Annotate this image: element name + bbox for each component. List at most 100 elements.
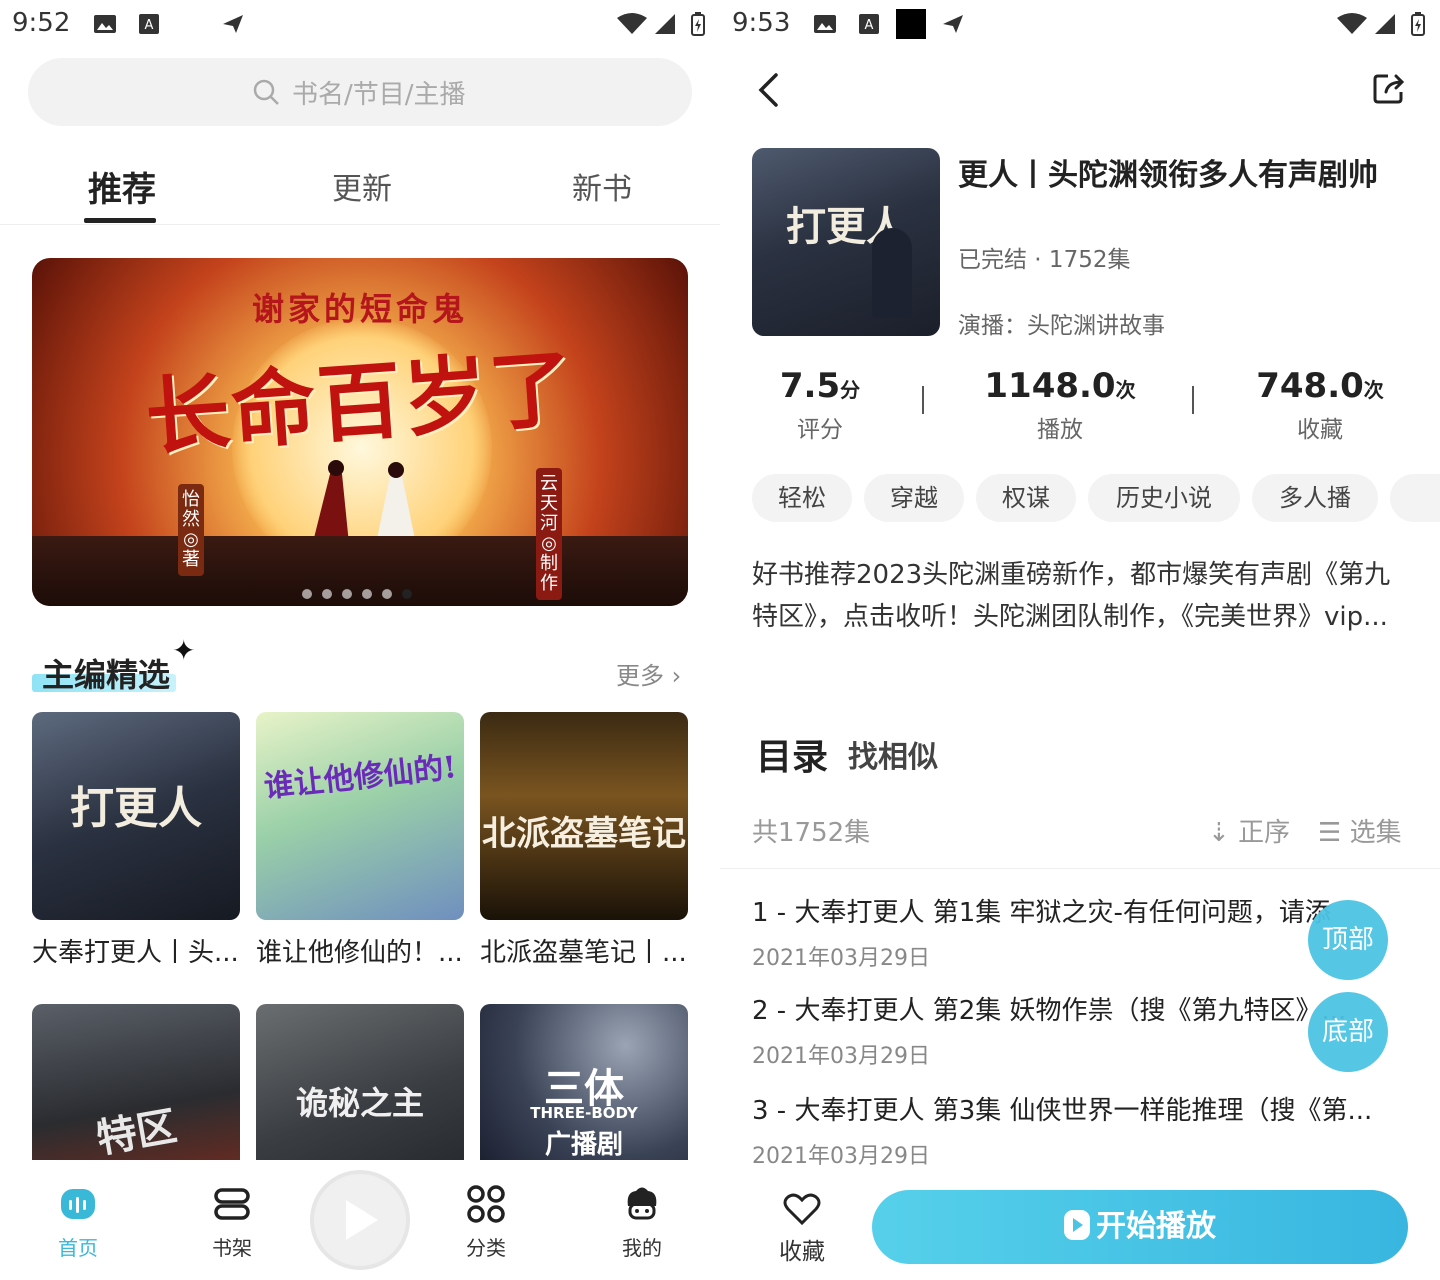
toc-divider xyxy=(720,868,1440,869)
book-description[interactable]: 好书推荐2023头陀渊重磅新作，都市爆笑有声剧《第九特区》，点击收听！头陀渊团队… xyxy=(752,554,1412,638)
episode-title[interactable]: 3 - 大奉打更人 第3集 仙侠世界一样能推理（搜《第... xyxy=(752,1090,1402,1127)
image-icon xyxy=(94,15,116,33)
cover-title: 打更人 xyxy=(786,203,906,250)
episode-date: 2021年03月29日 xyxy=(752,946,930,971)
send-icon xyxy=(223,15,243,33)
cover-subtitle: THREE-BODY xyxy=(530,1104,638,1122)
play-center-icon xyxy=(346,1200,378,1240)
book-caption[interactable]: 大奉打更人丨头... xyxy=(32,932,242,969)
image-icon xyxy=(814,15,836,33)
stat-rating: 7.5分 评分 xyxy=(760,366,880,444)
more-link[interactable]: 更多 › xyxy=(616,656,681,691)
episode-title[interactable]: 2 - 大奉打更人 第2集 妖物作祟（搜《第九特区》... xyxy=(752,990,1402,1027)
search-bar[interactable]: 书名/节目/主播 xyxy=(28,58,692,126)
tab-indicator xyxy=(84,218,156,223)
promo-banner[interactable]: 谢家的短命鬼 长命百岁了 怡然◎著 云天河◎制作 xyxy=(32,258,688,606)
sort-order-button[interactable]: ⇣ 正序 xyxy=(1208,812,1290,849)
square-icon xyxy=(896,9,926,39)
chevron-right-icon: › xyxy=(671,662,682,690)
start-play-button[interactable]: 开始播放 xyxy=(872,1190,1408,1264)
status-time: 9:52 xyxy=(12,8,71,38)
home-icon xyxy=(61,1189,95,1219)
favorite-label: 收藏 xyxy=(779,1239,825,1265)
wifi-icon xyxy=(1337,13,1367,34)
stat-favorites: 748.0次 收藏 xyxy=(1240,366,1400,444)
battery-icon xyxy=(691,12,705,36)
stat-divider xyxy=(1192,386,1194,414)
signal-icon xyxy=(1375,14,1395,34)
pagination-dot xyxy=(302,589,312,599)
stat-value: 1148.0 xyxy=(984,366,1116,406)
tag-chip[interactable]: 多人播 xyxy=(1252,474,1378,522)
status-bar: 9:53 A xyxy=(720,0,1440,48)
svg-text:A: A xyxy=(145,18,154,33)
font-icon: A xyxy=(139,14,159,34)
book-title: 更人丨头陀渊领衔多人有声剧帅 xyxy=(958,158,1378,193)
svg-text:A: A xyxy=(865,18,874,33)
signal-icon xyxy=(655,14,675,34)
stat-plays: 1148.0次 播放 xyxy=(970,366,1150,444)
tag-chip[interactable]: 权谋 xyxy=(976,474,1076,522)
book-detail-screen: 9:53 A 打更人 更人丨头陀渊领衔多人有声剧帅 已完结 · 1752集 演播… xyxy=(720,0,1440,1280)
stat-label: 收藏 xyxy=(1297,417,1343,443)
share-icon[interactable] xyxy=(1372,72,1408,106)
home-screen: 9:52 A 书名/节目/主播 推荐 更新 新书 谢家的短命鬼 长命百岁了 怡然… xyxy=(0,0,720,1280)
banner-producer-tag: 云天河◎制作 xyxy=(536,468,562,600)
section-title: 主编精选 xyxy=(42,656,171,694)
tab-recommend[interactable]: 推荐 xyxy=(88,162,156,211)
episode-count: 共1752集 xyxy=(752,818,871,848)
cover-title: 打更人 xyxy=(70,783,202,834)
cover-title: 谁让他修仙的! xyxy=(262,749,459,805)
scroll-top-button[interactable]: 顶部 xyxy=(1308,900,1388,980)
nav-category[interactable]: 分类 xyxy=(436,1184,536,1261)
pagination-dot-active xyxy=(402,589,412,599)
profile-icon xyxy=(627,1187,657,1220)
tag-chip[interactable]: 历史小说 xyxy=(1088,474,1240,522)
sort-label: 正序 xyxy=(1238,818,1291,848)
cover-title: 诡秘之主 xyxy=(295,1084,424,1122)
nav-play-center[interactable] xyxy=(310,1170,410,1270)
nav-home[interactable]: 首页 xyxy=(28,1184,128,1261)
stat-label: 播放 xyxy=(1037,417,1083,443)
scroll-bottom-button[interactable]: 底部 xyxy=(1308,992,1388,1072)
book-caption[interactable]: 北派盗墓笔记丨... xyxy=(480,932,690,969)
book-cover-dafeng[interactable]: 打更人 xyxy=(32,712,240,920)
pagination-dot xyxy=(362,589,372,599)
category-icon xyxy=(467,1185,505,1223)
book-cover-xiuxian[interactable]: 谁让他修仙的! xyxy=(256,712,464,920)
book-cover: 打更人 xyxy=(752,148,940,336)
find-similar-tab[interactable]: 找相似 xyxy=(848,732,938,776)
episode-date: 2021年03月29日 xyxy=(752,1044,930,1069)
nav-bookshelf[interactable]: 书架 xyxy=(182,1184,282,1261)
battery-icon xyxy=(1411,12,1425,36)
tag-chip[interactable]: 穿越 xyxy=(864,474,964,522)
tag-chip-partial[interactable] xyxy=(1390,474,1440,522)
episode-title[interactable]: 1 - 大奉打更人 第1集 牢狱之灾-有任何问题，请添 xyxy=(752,892,1402,929)
tag-chip[interactable]: 轻松 xyxy=(752,474,852,522)
select-episodes-button[interactable]: ☰ 选集 xyxy=(1318,812,1402,849)
action-bar: 收藏 开始播放 xyxy=(720,1170,1440,1280)
tab-new-books[interactable]: 新书 xyxy=(572,164,632,208)
send-icon xyxy=(943,15,963,33)
cover-figure xyxy=(872,228,912,318)
book-cover-beipai[interactable]: 北派盗墓笔记 xyxy=(480,712,688,920)
episode-date: 2021年03月29日 xyxy=(752,1144,930,1169)
cover-title: 北派盗墓笔记 xyxy=(482,814,686,854)
nav-profile[interactable]: 我的 xyxy=(592,1184,692,1261)
sparkle-icon: ✦ xyxy=(172,634,196,667)
book-narrator[interactable]: 演播：头陀渊讲故事 xyxy=(958,306,1165,340)
bookshelf-icon xyxy=(214,1188,250,1220)
play-icon xyxy=(1064,1210,1090,1240)
nav-label: 书架 xyxy=(212,1236,252,1260)
tab-updates[interactable]: 更新 xyxy=(332,164,392,208)
favorite-button[interactable]: 收藏 xyxy=(772,1192,832,1266)
stat-divider xyxy=(922,386,924,414)
book-caption[interactable]: 谁让他修仙的！... xyxy=(256,932,466,969)
select-label: 选集 xyxy=(1349,818,1402,848)
stat-value: 7.5 xyxy=(779,366,841,406)
banner-pagination xyxy=(302,584,422,603)
back-icon[interactable] xyxy=(756,72,782,108)
toc-title[interactable]: 目录 xyxy=(756,728,828,780)
cover-subtitle-2: 广播剧 xyxy=(544,1130,623,1160)
pagination-dot xyxy=(322,589,332,599)
